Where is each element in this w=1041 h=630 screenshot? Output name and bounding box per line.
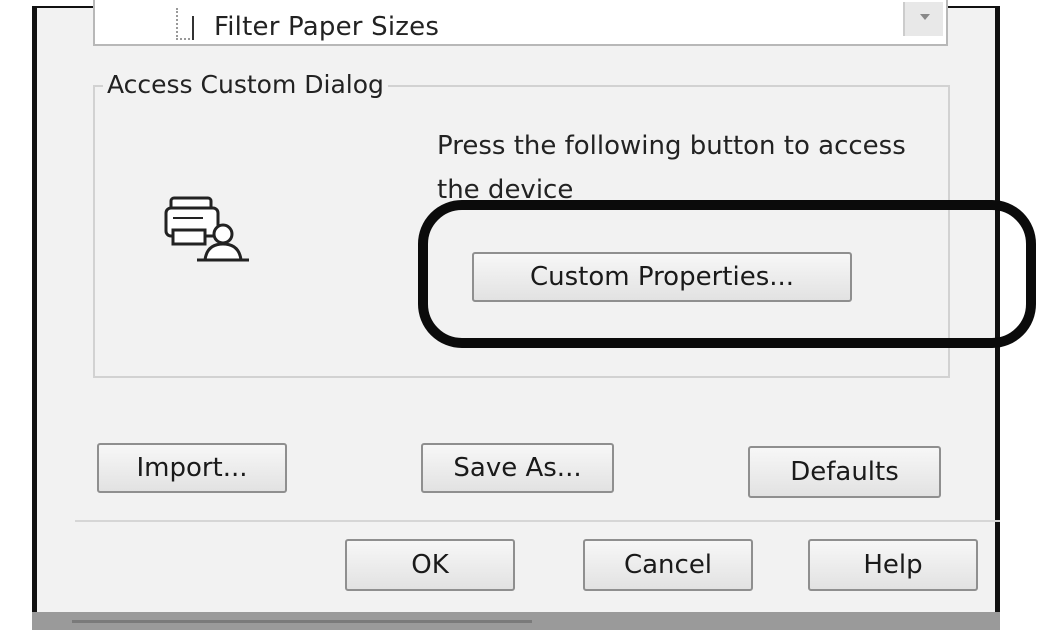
custom-dialog-description: Press the following button to access the… [437, 131, 906, 205]
help-button[interactable]: Help [808, 539, 978, 591]
cancel-button[interactable]: Cancel [583, 539, 753, 591]
tab-panel-bottom-edge [75, 520, 1000, 522]
tree-item-filter-paper-sizes[interactable]: Filter Paper Sizes [214, 12, 439, 42]
defaults-button[interactable]: Defaults [748, 446, 941, 498]
save-as-button[interactable]: Save As... [421, 443, 614, 493]
tree-node-icon [192, 16, 208, 40]
printer-user-icon [164, 196, 249, 262]
tree-connector-vertical [176, 8, 178, 40]
group-title: Access Custom Dialog [103, 70, 388, 99]
import-button[interactable]: Import... [97, 443, 287, 493]
highlight-annotation [418, 200, 1036, 348]
status-smudge [72, 620, 532, 623]
scroll-down-arrow-icon[interactable] [903, 2, 943, 36]
ok-button[interactable]: OK [345, 539, 515, 591]
bottom-strip [32, 612, 1000, 630]
